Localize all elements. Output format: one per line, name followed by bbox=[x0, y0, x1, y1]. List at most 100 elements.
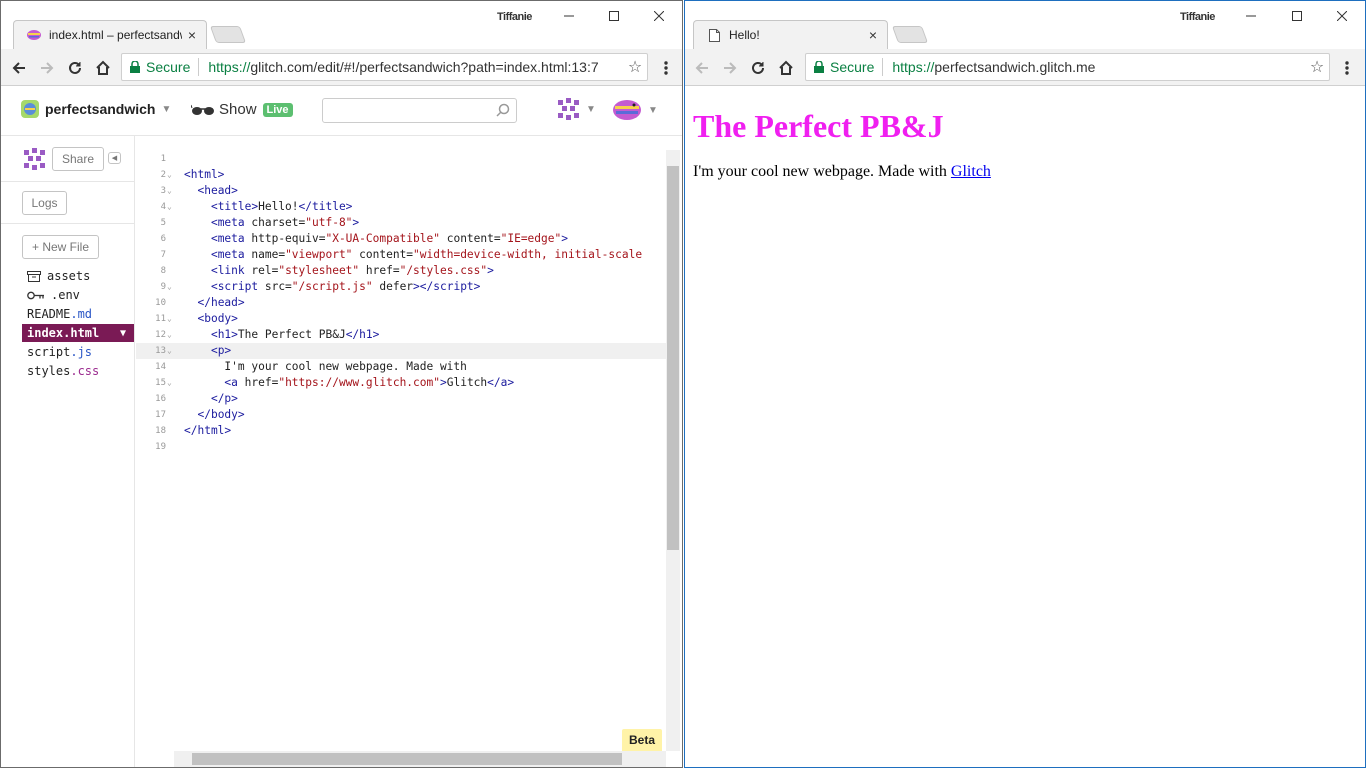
profile-name[interactable]: Tiffanie bbox=[1180, 11, 1215, 23]
code-text[interactable]: <p> bbox=[184, 343, 231, 359]
tab-editor[interactable]: index.html – perfectsandwich × bbox=[13, 20, 207, 49]
menu-dots-icon[interactable] bbox=[1334, 55, 1360, 81]
code-line[interactable]: 15 ⌄ <a href="https://www.glitch.com">Gli… bbox=[136, 375, 666, 391]
code-line[interactable]: 13 ⌄ <p> bbox=[136, 343, 666, 359]
code-line[interactable]: 4 ⌄ <title>Hello!</title> bbox=[136, 199, 666, 215]
code-text[interactable]: <script src="/script.js" defer></script> bbox=[184, 279, 480, 295]
code-line[interactable]: 18 </html> bbox=[136, 423, 666, 439]
minimize-button[interactable] bbox=[549, 5, 589, 27]
project-menu-button[interactable]: perfectsandwich ▼ bbox=[21, 100, 171, 118]
code-line[interactable]: 19 bbox=[136, 439, 666, 455]
glitch-link[interactable]: Glitch bbox=[951, 163, 991, 180]
fold-chevron-icon[interactable]: ⌄ bbox=[167, 167, 172, 183]
team-menu-button[interactable]: ▼ bbox=[558, 98, 596, 120]
code-editor[interactable]: 1 2 ⌄ <html> 3 ⌄ <head> 4 ⌄ <title>Hello!</titl… bbox=[136, 136, 682, 767]
code-text[interactable]: <h1>The Perfect PB&J</h1> bbox=[184, 327, 379, 343]
code-line[interactable]: 9 ⌄ <script src="/script.js" defer></scri… bbox=[136, 279, 666, 295]
fold-chevron-icon[interactable]: ⌄ bbox=[167, 183, 172, 199]
file-item-styles-css[interactable]: styles .css bbox=[22, 362, 134, 380]
fold-chevron-icon[interactable]: ⌄ bbox=[167, 279, 172, 295]
fold-chevron-icon[interactable]: ⌄ bbox=[167, 343, 172, 359]
search-input[interactable] bbox=[322, 98, 517, 123]
user-menu-button[interactable]: ▼ bbox=[612, 98, 658, 122]
code-text[interactable]: <meta charset="utf-8"> bbox=[184, 215, 359, 231]
home-icon[interactable] bbox=[90, 55, 116, 81]
new-tab-button[interactable] bbox=[891, 26, 929, 43]
maximize-button[interactable] bbox=[594, 5, 634, 27]
search-icon[interactable] bbox=[496, 103, 510, 122]
minimize-button[interactable] bbox=[1231, 5, 1271, 27]
file-item-env[interactable]: .env bbox=[22, 286, 134, 304]
code-line[interactable]: 16 </p> bbox=[136, 391, 666, 407]
code-line[interactable]: 2 ⌄ <html> bbox=[136, 167, 666, 183]
profile-name[interactable]: Tiffanie bbox=[497, 11, 532, 23]
file-item-assets[interactable]: assets bbox=[22, 267, 134, 285]
close-window-button[interactable] bbox=[1322, 5, 1362, 27]
close-tab-icon[interactable]: × bbox=[869, 27, 877, 43]
menu-dots-icon[interactable] bbox=[653, 55, 679, 81]
code-text[interactable]: <title>Hello!</title> bbox=[184, 199, 352, 215]
vertical-scroll-thumb[interactable] bbox=[667, 166, 679, 550]
address-bar[interactable]: Secure https://perfectsandwich.glitch.me… bbox=[805, 53, 1330, 81]
url-text[interactable]: https://glitch.com/edit/#!/perfectsandwi… bbox=[199, 59, 623, 75]
close-tab-icon[interactable]: × bbox=[188, 27, 196, 43]
bookmark-star-icon[interactable]: ☆ bbox=[623, 57, 647, 77]
code-line[interactable]: 11 ⌄ <body> bbox=[136, 311, 666, 327]
code-line[interactable]: 1 bbox=[136, 151, 666, 167]
secure-indicator[interactable]: Secure bbox=[122, 58, 200, 76]
code-text[interactable]: </body> bbox=[184, 407, 244, 423]
code-line[interactable]: 17 </body> bbox=[136, 407, 666, 423]
file-item-readme[interactable]: README .md bbox=[22, 305, 134, 323]
address-bar[interactable]: Secure https://glitch.com/edit/#!/perfec… bbox=[121, 53, 648, 81]
maximize-button[interactable] bbox=[1277, 5, 1317, 27]
tab-preview[interactable]: Hello! × bbox=[693, 20, 888, 49]
secure-indicator[interactable]: Secure bbox=[806, 58, 884, 76]
code-text[interactable]: I'm your cool new webpage. Made with bbox=[184, 359, 466, 375]
code-line[interactable]: 5 <meta charset="utf-8"> bbox=[136, 215, 666, 231]
logs-button[interactable]: Logs bbox=[22, 191, 67, 215]
back-arrow-icon[interactable] bbox=[6, 55, 32, 81]
bookmark-star-icon[interactable]: ☆ bbox=[1305, 57, 1329, 77]
beta-badge[interactable]: Beta bbox=[621, 729, 662, 751]
home-icon[interactable] bbox=[773, 55, 799, 81]
horizontal-scrollbar[interactable] bbox=[174, 751, 666, 767]
forward-arrow-icon[interactable] bbox=[34, 55, 60, 81]
file-item-index-html[interactable]: index.html ▼ bbox=[22, 324, 134, 342]
code-text[interactable]: </html> bbox=[184, 423, 231, 439]
new-file-button[interactable]: + New File bbox=[22, 235, 99, 259]
vertical-scrollbar[interactable] bbox=[666, 150, 680, 751]
forward-arrow-icon[interactable] bbox=[717, 55, 743, 81]
reload-icon[interactable] bbox=[745, 55, 771, 81]
collapse-sidebar-button[interactable]: ◀ bbox=[108, 152, 121, 164]
pixel-team-icon[interactable] bbox=[24, 148, 46, 175]
horizontal-scroll-thumb[interactable] bbox=[192, 753, 622, 765]
code-text[interactable]: <head> bbox=[184, 183, 237, 199]
code-line[interactable]: 6 <meta http-equiv="X-UA-Compatible" con… bbox=[136, 231, 666, 247]
fold-chevron-icon[interactable]: ⌄ bbox=[167, 375, 172, 391]
code-line[interactable]: 7 <meta name="viewport" content="width=d… bbox=[136, 247, 666, 263]
code-text[interactable]: <a href="https://www.glitch.com">Glitch<… bbox=[184, 375, 514, 391]
code-text[interactable]: </p> bbox=[184, 391, 238, 407]
show-button[interactable]: Show Live bbox=[191, 101, 293, 118]
code-line[interactable]: 12 ⌄ <h1>The Perfect PB&J</h1> bbox=[136, 327, 666, 343]
file-item-script-js[interactable]: script .js bbox=[22, 343, 134, 361]
search-field[interactable] bbox=[327, 99, 487, 121]
close-window-button[interactable] bbox=[639, 5, 679, 27]
code-line[interactable]: 8 <link rel="stylesheet" href="/styles.c… bbox=[136, 263, 666, 279]
code-text[interactable]: <meta http-equiv="X-UA-Compatible" conte… bbox=[184, 231, 568, 247]
code-text[interactable]: <html> bbox=[184, 167, 224, 183]
fold-chevron-icon[interactable]: ⌄ bbox=[167, 199, 172, 215]
share-button[interactable]: Share bbox=[52, 147, 104, 171]
code-text[interactable]: </head> bbox=[184, 295, 244, 311]
code-line[interactable]: 10 </head> bbox=[136, 295, 666, 311]
code-line[interactable]: 14 I'm your cool new webpage. Made with bbox=[136, 359, 666, 375]
reload-icon[interactable] bbox=[62, 55, 88, 81]
code-text[interactable]: <link rel="stylesheet" href="/styles.css… bbox=[184, 263, 494, 279]
url-text[interactable]: https://perfectsandwich.glitch.me bbox=[883, 59, 1305, 75]
back-arrow-icon[interactable] bbox=[689, 55, 715, 81]
chevron-down-icon[interactable]: ▼ bbox=[120, 328, 126, 339]
code-text[interactable]: <body> bbox=[184, 311, 237, 327]
fold-chevron-icon[interactable]: ⌄ bbox=[167, 311, 172, 327]
new-tab-button[interactable] bbox=[209, 26, 247, 43]
code-line[interactable]: 3 ⌄ <head> bbox=[136, 183, 666, 199]
